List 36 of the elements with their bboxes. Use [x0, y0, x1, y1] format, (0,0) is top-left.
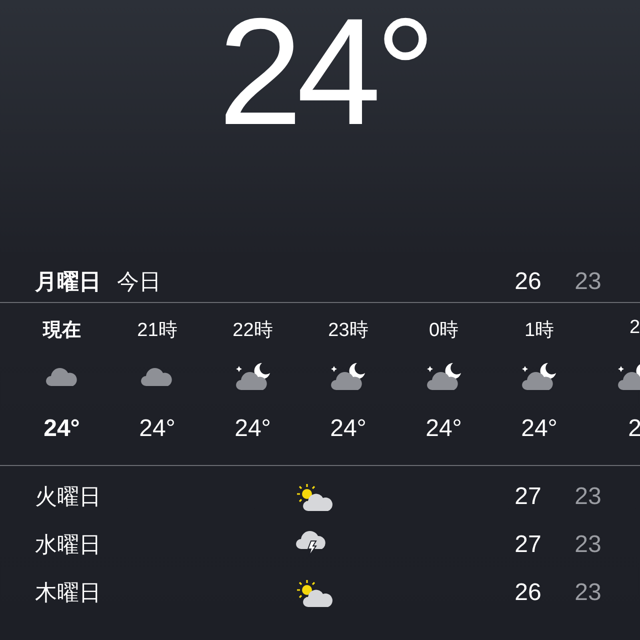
high-temperature: 27 [514, 531, 542, 559]
moon-cloud-icon [424, 361, 463, 391]
hour-temperature: 24° [521, 415, 558, 443]
hour-label: 21時 [137, 319, 178, 341]
today-label: 今日 [117, 268, 162, 296]
day-name: 火曜日 [35, 483, 102, 511]
moon-cloud-icon [520, 361, 558, 391]
hour-label: 23時 [328, 319, 368, 341]
hour-label: 0時 [428, 319, 459, 341]
hour-label: 1時 [524, 319, 554, 341]
cloud-icon [44, 365, 79, 387]
moon-cloud-icon [234, 361, 272, 391]
hour-temperature: 24° [44, 415, 80, 443]
hour-label: 22時 [232, 319, 273, 341]
sun-cloud-icon [295, 482, 333, 512]
day-name: 水曜日 [35, 531, 102, 559]
high-temperature: 26 [514, 268, 542, 296]
low-temperature: 23 [574, 579, 602, 607]
cloud-icon [140, 365, 174, 387]
current-temperature: 24° [217, 0, 430, 159]
hour-label: 2 [629, 317, 640, 340]
moon-cloud-icon [329, 361, 368, 391]
low-temperature: 23 [574, 483, 602, 511]
low-temperature: 23 [574, 531, 602, 559]
low-temperature: 23 [574, 268, 602, 296]
hour-temperature: 24° [139, 415, 176, 443]
hour-temperature: 24° [330, 415, 366, 443]
hour-temperature: 24° [426, 415, 462, 443]
hour-temperature: 2 [628, 415, 640, 443]
high-temperature: 26 [514, 579, 542, 607]
high-temperature: 27 [514, 483, 542, 511]
hour-temperature: 24° [234, 415, 271, 443]
sun-cloud-icon [295, 578, 333, 608]
day-name: 月曜日 [35, 268, 101, 296]
day-name: 木曜日 [35, 579, 102, 607]
hour-label: 現在 [42, 319, 81, 341]
